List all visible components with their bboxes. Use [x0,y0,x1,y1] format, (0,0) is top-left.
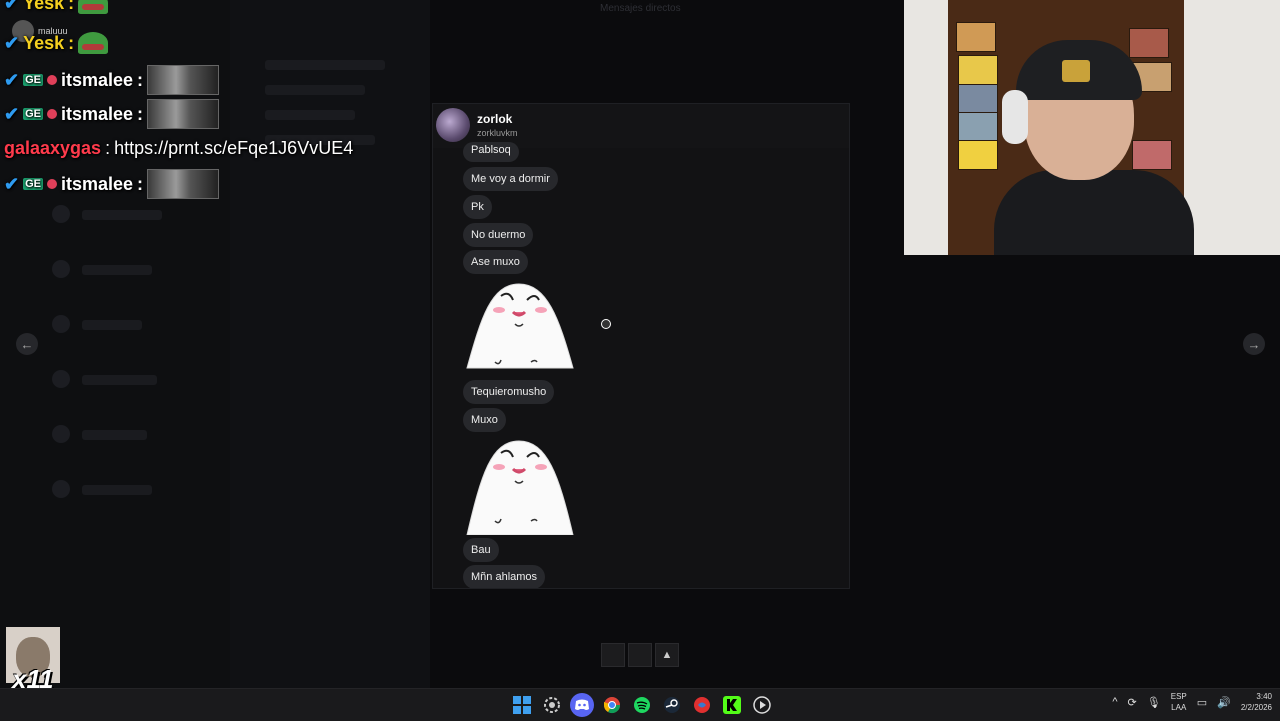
chat-line: galaaxygas: https://prnt.sc/eFqe1J6VvUE4 [4,138,354,158]
avatar[interactable] [436,108,470,142]
server-icon [52,260,70,278]
chat-username: Yesk [23,32,65,53]
discord-icon[interactable] [570,693,594,717]
server-icon [52,205,70,223]
hoodie [994,170,1194,255]
spotify-icon[interactable] [630,693,654,717]
next-arrow-button[interactable]: → [1243,333,1265,355]
media-player-icon[interactable] [750,693,774,717]
dialog-username[interactable]: zorlok [477,112,512,126]
subscriber-badge: GE [23,178,43,190]
kick-icon[interactable] [720,693,744,717]
chat-line: ✔ Yesk: [4,0,109,14]
thumbnail-up-icon[interactable]: ▲ [655,643,679,667]
mouse-cursor-icon [601,319,611,329]
clock-date: 2/2/2026 [1240,703,1272,712]
dim-row [265,60,385,70]
chat-username: galaaxygas [4,138,102,158]
message-bubble: Mñn ahlamos [463,565,546,588]
language-indicator[interactable]: ESP LAA [1171,691,1187,713]
penguins-logo-icon [1062,60,1090,82]
chat-username: itsmalee [61,173,134,194]
chat-line: ✔ GE itsmalee: [4,99,220,129]
message-bubble: No duermo [463,223,534,247]
server-icon [52,370,70,388]
stream-thumbnails: ▲ [601,643,679,667]
windows-start-icon[interactable] [510,693,534,717]
volume-icon[interactable]: 🔊 [1217,696,1231,709]
checkmark-icon: ✔ [4,32,20,53]
dim-row [265,85,365,95]
dim-row [82,485,152,495]
dim-row [265,110,355,120]
chrome-icon[interactable] [600,693,624,717]
dm-preview-dialog: zorlok zorkluvkm Pablsoq Me voy a dormir… [432,103,850,589]
pepe-emote-icon [78,32,109,54]
blob-sticker-icon [466,283,574,369]
system-tray: ^ ⟳ 🎙 ESP LAA ▭ 🔊 3:40 2/2/2026 [1112,691,1272,713]
chat-line: ✔ GE itsmalee: [4,169,220,199]
checkmark-icon: ✔ [4,103,20,124]
server-icon [52,480,70,498]
poster [958,55,998,85]
dim-row [82,210,162,220]
chat-username: itsmalee [61,69,134,90]
dim-row [82,320,142,330]
message-bubble: Ase muxo [463,250,528,274]
clock[interactable]: 3:40 2/2/2026 [1241,691,1272,713]
image-emote [147,65,220,95]
chat-line: ✔ GE itsmalee: [4,65,220,95]
thumbnail[interactable] [628,643,652,667]
image-emote [147,169,220,199]
subscriber-badge: GE [23,74,43,86]
dim-row [82,375,157,385]
message-bubble: Bau [463,538,499,562]
image-emote [147,99,220,129]
poster [958,84,998,114]
sync-icon[interactable]: ⟳ [1128,696,1137,709]
checkmark-icon: ✔ [4,69,20,90]
dim-row [82,265,152,275]
message-bubble: Pablsoq [463,142,519,162]
chevron-up-icon[interactable]: ^ [1112,696,1117,708]
message-bubble: Tequieromusho [463,380,555,404]
chat-username: itsmalee [61,103,134,124]
windows-taskbar: ^ ⟳ 🎙 ESP LAA ▭ 🔊 3:40 2/2/2026 [0,688,1280,721]
chat-message: https://prnt.sc/eFqe1J6VvUE4 [114,138,354,158]
previous-arrow-button[interactable]: ← [16,333,38,355]
thumbnail[interactable] [601,643,625,667]
clock-time: 3:40 [1256,692,1272,701]
microphone-icon[interactable]: 🎙 [1147,696,1161,709]
message-bubble: Pk [463,195,492,219]
red-app-icon[interactable] [690,693,714,717]
dialog-handle: zorkluvkm [477,128,518,138]
background-title: Mensajes directos [600,3,681,14]
pepe-emote-icon [78,0,109,14]
heart-badge-icon [47,179,57,189]
webcam-feed [904,0,1280,255]
heart-badge-icon [47,109,57,119]
checkmark-icon: ✔ [4,0,20,13]
streamer [994,40,1194,255]
steam-icon[interactable] [660,693,684,717]
poster [958,112,998,142]
blob-sticker-icon [466,440,574,535]
chat-line: ✔ Yesk: [4,32,109,54]
chat-username: Yesk [23,0,65,13]
settings-icon[interactable] [540,693,564,717]
heart-badge-icon [47,75,57,85]
subscriber-badge: GE [23,108,43,120]
dim-row [82,430,147,440]
poster [956,22,996,52]
message-bubble: Muxo [463,408,506,432]
poster [958,140,998,170]
checkmark-icon: ✔ [4,173,20,194]
network-icon[interactable]: ▭ [1197,696,1207,709]
discord-channel-list-dim [230,0,430,688]
headphone-icon [1002,90,1028,144]
server-icon [52,315,70,333]
taskbar-apps [510,693,774,717]
server-icon [52,425,70,443]
message-bubble: Me voy a dormir [463,167,558,191]
